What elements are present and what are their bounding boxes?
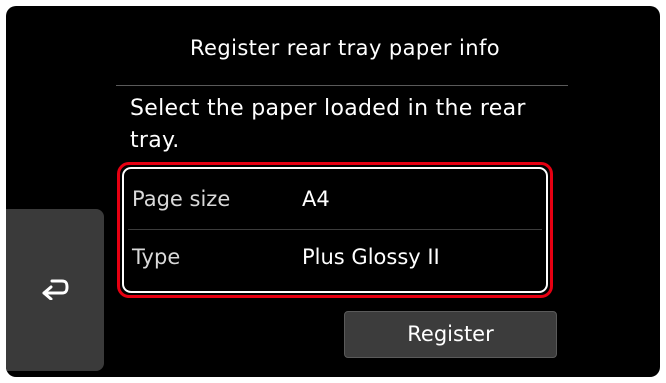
instruction-text: Select the paper loaded in the rear tray… [130, 96, 526, 153]
page-size-value: A4 [302, 187, 330, 211]
settings-row-divider [128, 229, 542, 230]
paper-settings-panel: Page size A4 Type Plus Glossy II [117, 162, 553, 298]
page-title: Register rear tray paper info [190, 36, 500, 60]
media-type-value: Plus Glossy II [302, 245, 440, 269]
back-button[interactable] [6, 209, 104, 371]
page-size-setting[interactable]: Page size A4 [128, 173, 542, 228]
media-type-setting[interactable]: Type Plus Glossy II [128, 231, 542, 286]
title-divider [116, 85, 568, 86]
page-size-label: Page size [132, 187, 231, 211]
media-type-label: Type [132, 245, 181, 269]
register-button[interactable]: Register [344, 311, 557, 358]
printer-display: Register rear tray paper info Select the… [6, 6, 660, 377]
back-arrow-icon [42, 279, 69, 300]
